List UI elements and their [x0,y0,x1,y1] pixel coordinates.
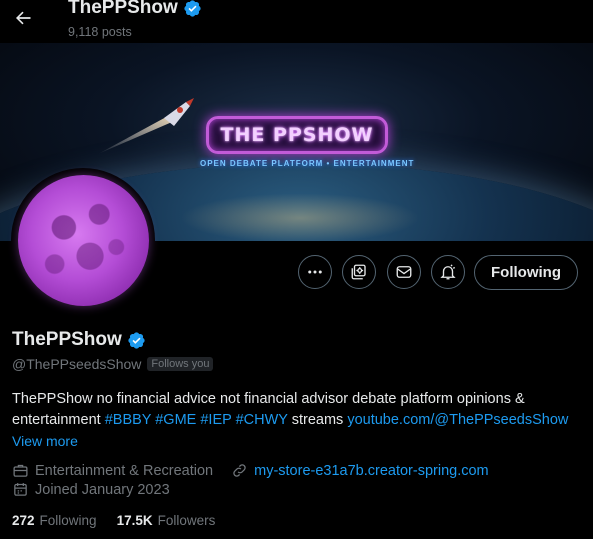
bio-streams-text: streams [291,412,344,428]
message-button[interactable] [387,255,421,289]
banner-logo-subtitle: OPEN DEBATE PLATFORM • ENTERTAINMENT [200,159,415,168]
calendar-icon [14,483,27,496]
followers-stat-link[interactable]: 17.5K Followers [117,513,216,528]
notifications-button[interactable] [431,255,465,289]
banner-logo: THE PPSHOW [206,116,388,154]
banner-logo-text: THE PPSHOW [220,124,374,146]
hashtag-link[interactable]: #GME [155,412,196,428]
moon-avatar-image [17,174,149,306]
view-more-link[interactable]: View more [12,433,78,449]
follows-you-badge: Follows you [147,357,214,371]
following-button[interactable]: Following [474,255,578,290]
follow-stats: 272 Following 17.5K Followers [12,513,215,528]
meta-row-category-website: Entertainment & Recreation my-store-e31a… [12,462,489,479]
profile-name-row: ThePPShow [12,329,146,351]
profile-bio: ThePPShow no financial advice not financ… [12,389,582,431]
following-count: 272 [12,513,35,528]
hashtag-link[interactable]: #BBBY [105,412,152,428]
verified-badge-icon [184,0,201,17]
meta-row-joined: Joined January 2023 [12,481,170,498]
more-button[interactable] [298,255,332,289]
following-label: Following [39,513,97,528]
back-button[interactable] [10,5,36,31]
profile-name: ThePPShow [12,329,122,350]
message-icon [396,266,412,278]
followers-count: 17.5K [116,513,153,528]
profile-category: Entertainment & Recreation [35,462,214,479]
subscribe-icon [351,264,366,280]
subscribe-button[interactable] [342,255,376,289]
post-count: 9,118 posts [68,25,132,39]
verified-badge-icon [128,331,145,349]
following-stat-link[interactable]: 272 Following [12,513,97,528]
back-arrow-icon [16,11,31,25]
rocket-icon [98,98,194,154]
profile-website-link[interactable]: my-store-e31a7b.creator-spring.com [254,463,489,479]
link-icon [233,464,246,477]
profile-handle: @ThePPseedsShow [12,356,142,372]
handle-row: @ThePPseedsShow Follows you [12,356,214,372]
hashtag-link[interactable]: #CHWY [236,412,288,428]
more-icon [308,270,322,274]
followers-label: Followers [157,513,216,528]
avatar[interactable] [11,168,155,312]
header-title: ThePPShow [68,0,178,18]
header-title-row: ThePPShow [68,0,202,19]
bio-youtube-link[interactable]: youtube.com/@ThePPseedsShow [347,412,568,428]
profile-joined-date: Joined January 2023 [35,481,170,498]
notification-bell-icon [440,264,456,280]
hashtag-link[interactable]: #IEP [200,412,231,428]
briefcase-icon [13,464,28,477]
banner-city-lights [180,193,420,241]
